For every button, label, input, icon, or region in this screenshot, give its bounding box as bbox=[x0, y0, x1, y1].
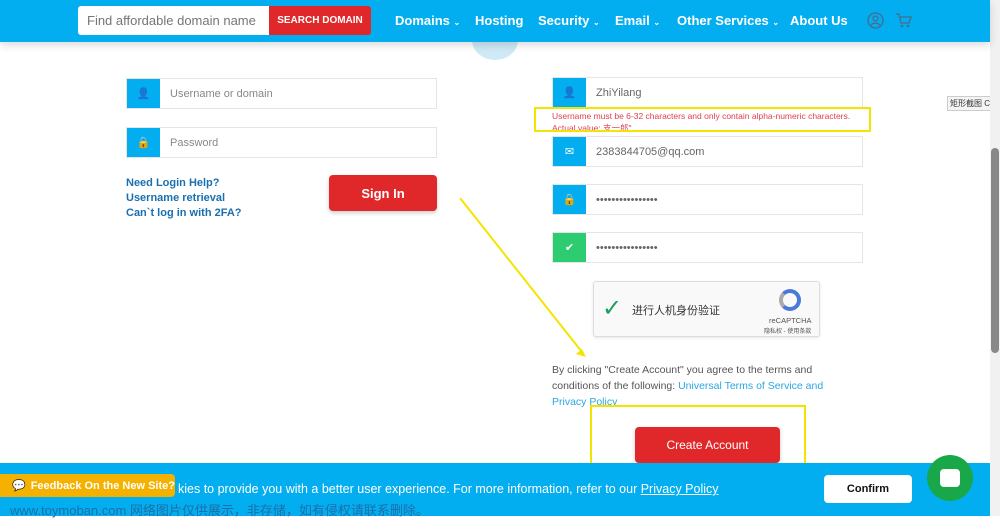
chevron-down-icon: ⌄ bbox=[653, 18, 661, 27]
confirm-password-value: •••••••••••••••• bbox=[596, 241, 658, 254]
chevron-down-icon: ⌄ bbox=[592, 18, 600, 27]
password-field[interactable]: 🔒 •••••••••••••••• bbox=[552, 184, 863, 215]
nav-hosting[interactable]: Hosting bbox=[475, 13, 523, 28]
nav-label: Email bbox=[615, 13, 650, 28]
nav-label: Domains bbox=[395, 13, 450, 28]
username-retrieval-link[interactable]: Username retrieval bbox=[126, 192, 225, 204]
nav-label: Security bbox=[538, 13, 590, 28]
login-password-field[interactable]: 🔒 Password bbox=[126, 127, 437, 158]
user-icon: 👤 bbox=[127, 79, 160, 108]
register-username-field[interactable]: 👤 ZhiYilang bbox=[552, 77, 863, 108]
cookie-text: kies to provide you with a better user e… bbox=[178, 482, 719, 496]
nav-domains[interactable]: Domains ⌄ bbox=[395, 13, 460, 28]
terms-text: By clicking "Create Account" you agree t… bbox=[552, 362, 842, 410]
feedback-button[interactable]: 💬 Feedback On the New Site? bbox=[0, 474, 175, 497]
nav-security[interactable]: Security ⌄ bbox=[538, 13, 600, 28]
password-value: •••••••••••••••• bbox=[596, 193, 658, 206]
username-value: ZhiYilang bbox=[596, 86, 642, 99]
top-navbar: SEARCH DOMAIN Domains ⌄ Hosting Security… bbox=[0, 0, 990, 42]
sign-in-button[interactable]: Sign In bbox=[329, 175, 437, 211]
chat-launcher-button[interactable] bbox=[927, 455, 973, 501]
login-help-link[interactable]: Need Login Help? bbox=[126, 177, 220, 189]
nav-other-services[interactable]: Other Services ⌄ bbox=[677, 13, 779, 28]
email-value: 2383844705@qq.com bbox=[596, 145, 705, 158]
watermark: www.toymoban.com 网络图片仅供展示，非存储，如有侵权请联系删除。 bbox=[10, 503, 429, 518]
lock-icon: 🔒 bbox=[127, 128, 160, 157]
captcha-brand: reCAPTCHA bbox=[769, 316, 812, 325]
nav-label: Other Services bbox=[677, 13, 769, 28]
username-placeholder: Username or domain bbox=[170, 87, 273, 100]
user-icon: 👤 bbox=[553, 78, 586, 107]
captcha-links[interactable]: 隐私权 - 使用条款 bbox=[764, 326, 811, 335]
nav-email[interactable]: Email ⌄ bbox=[615, 13, 660, 28]
search-domain-button[interactable]: SEARCH DOMAIN bbox=[269, 6, 371, 35]
login-username-field[interactable]: 👤 Username or domain bbox=[126, 78, 437, 109]
password-placeholder: Password bbox=[170, 136, 219, 149]
chat-icon bbox=[940, 469, 960, 487]
cookie-body: kies to provide you with a better user e… bbox=[178, 482, 641, 496]
annotation-arrow bbox=[459, 197, 586, 357]
highlight-box bbox=[534, 107, 871, 132]
privacy-policy-link[interactable]: Privacy Policy bbox=[641, 482, 719, 496]
feedback-label: Feedback On the New Site? bbox=[30, 479, 175, 492]
checkmark-icon[interactable]: ✓ bbox=[602, 294, 622, 323]
2fa-help-link[interactable]: Can`t log in with 2FA? bbox=[126, 207, 242, 219]
captcha-label: 进行人机身份验证 bbox=[632, 305, 720, 317]
recaptcha-widget[interactable]: ✓ 进行人机身份验证 reCAPTCHA 隐私权 - 使用条款 bbox=[593, 281, 820, 337]
confirm-password-field[interactable]: ✔ •••••••••••••••• bbox=[552, 232, 863, 263]
page-scrollbar[interactable] bbox=[990, 0, 1000, 516]
scrollbar-thumb[interactable] bbox=[991, 148, 999, 353]
confirm-button[interactable]: Confirm bbox=[824, 475, 912, 503]
email-field[interactable]: ✉ 2383844705@qq.com bbox=[552, 136, 863, 167]
chevron-down-icon: ⌄ bbox=[453, 18, 461, 27]
cart-icon[interactable] bbox=[895, 12, 912, 29]
chat-bubble-icon: 💬 bbox=[12, 480, 26, 492]
domain-search-input[interactable] bbox=[78, 6, 269, 35]
user-account-icon[interactable] bbox=[867, 12, 884, 29]
envelope-icon: ✉ bbox=[553, 137, 586, 166]
recaptcha-logo-icon bbox=[779, 289, 801, 311]
chevron-down-icon: ⌄ bbox=[772, 18, 780, 27]
nav-about-us[interactable]: About Us bbox=[790, 13, 848, 28]
